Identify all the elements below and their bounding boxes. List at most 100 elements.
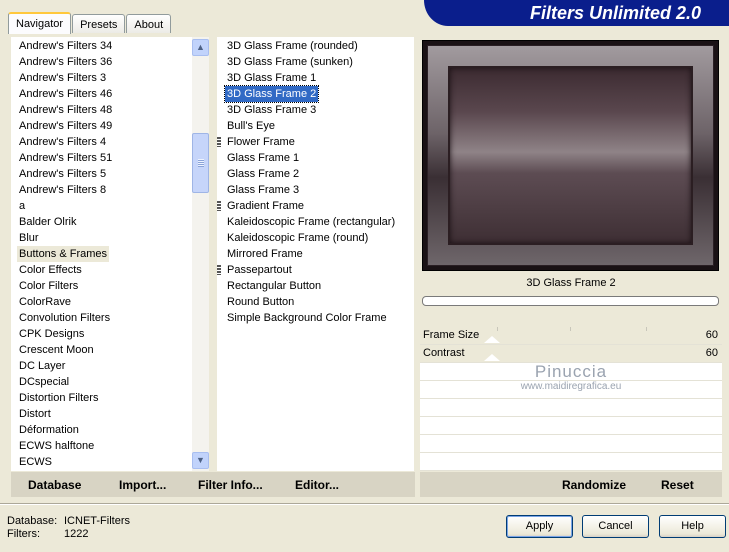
tab-presets[interactable]: Presets <box>72 14 126 33</box>
progress-bar <box>422 296 719 306</box>
filter-label: Kaleidoscopic Frame (round) <box>227 232 369 244</box>
database-label: Database: <box>7 515 58 527</box>
reset-button[interactable]: Reset <box>661 478 694 492</box>
category-item[interactable]: Buttons & Frames <box>11 246 114 262</box>
editor-button[interactable]: Editor... <box>295 478 339 492</box>
category-item[interactable]: Andrew's Filters 34 <box>11 38 114 54</box>
filter-item[interactable]: 3D Glass Frame 1 <box>217 70 397 86</box>
category-item[interactable]: a <box>11 198 114 214</box>
filter-item[interactable]: 3D Glass Frame 2 <box>217 85 397 103</box>
category-item[interactable]: Distortion Filters <box>11 390 114 406</box>
filter-label: 3D Glass Frame 1 <box>227 72 317 84</box>
filter-item[interactable]: Kaleidoscopic Frame (round) <box>217 230 397 246</box>
filter-item[interactable]: Glass Frame 1 <box>217 150 397 166</box>
param-row-empty <box>420 417 722 435</box>
list-toolbar: Database Import... Filter Info... Editor… <box>11 472 415 497</box>
filter-label: Passepartout <box>227 264 292 276</box>
filter-item[interactable]: Mirrored Frame <box>217 246 397 262</box>
category-item[interactable]: Distort <box>11 406 114 422</box>
arrow-up-icon[interactable]: ▲ <box>192 39 209 56</box>
category-label: Andrew's Filters 46 <box>19 88 113 100</box>
category-label: Crescent Moon <box>19 344 94 356</box>
category-label: Andrew's Filters 3 <box>19 72 107 84</box>
slider-tick <box>570 327 571 331</box>
import-button[interactable]: Import... <box>119 478 166 492</box>
param-row-contrast[interactable]: Contrast 60 <box>420 345 722 363</box>
filter-item[interactable]: Flower Frame <box>217 134 397 150</box>
filter-item[interactable]: 3D Glass Frame (rounded) <box>217 38 397 54</box>
category-item[interactable]: DC Layer <box>11 358 114 374</box>
category-scrollbar[interactable]: ▲ ▼ <box>192 37 209 471</box>
category-item[interactable]: Déformation <box>11 422 114 438</box>
category-item[interactable]: Andrew's Filters 36 <box>11 54 114 70</box>
category-item[interactable]: ColorRave <box>11 294 114 310</box>
param-row-empty <box>420 399 722 417</box>
category-item[interactable]: Andrew's Filters 3 <box>11 70 114 86</box>
preview-title: 3D Glass Frame 2 <box>526 277 616 289</box>
category-item[interactable]: ECWS halftone <box>11 438 114 454</box>
category-label: Color Filters <box>19 280 79 292</box>
filter-item[interactable]: 3D Glass Frame 3 <box>217 102 397 118</box>
scrollbar-thumb[interactable] <box>192 133 209 193</box>
filter-label: Glass Frame 3 <box>227 184 300 196</box>
arrow-down-icon[interactable]: ▼ <box>192 452 209 469</box>
category-item[interactable]: Andrew's Filters 49 <box>11 118 114 134</box>
preview-frame-inner <box>450 68 691 243</box>
category-item[interactable]: Andrew's Filters 48 <box>11 102 114 118</box>
category-item[interactable]: CPK Designs <box>11 326 114 342</box>
category-item[interactable]: Balder Olrik <box>11 214 114 230</box>
filter-item[interactable]: Glass Frame 2 <box>217 166 397 182</box>
tab-navigator[interactable]: Navigator <box>8 12 72 34</box>
category-item[interactable]: Crescent Moon <box>11 342 114 358</box>
cancel-button[interactable]: Cancel <box>582 515 649 538</box>
category-label: ColorRave <box>19 296 71 308</box>
help-button[interactable]: Help <box>659 515 726 538</box>
filter-item[interactable]: 3D Glass Frame (sunken) <box>217 54 397 70</box>
category-item[interactable]: Color Effects <box>11 262 114 278</box>
category-label: DCspecial <box>19 376 70 388</box>
tab-about[interactable]: About <box>126 14 172 33</box>
param-row-empty <box>420 363 722 381</box>
category-item[interactable]: Andrew's Filters 4 <box>11 134 114 150</box>
filter-item[interactable]: Passepartout <box>217 262 397 278</box>
database-button[interactable]: Database <box>28 478 81 492</box>
slider-marker[interactable] <box>484 336 501 343</box>
filter-list: 3D Glass Frame (rounded) 3D Glass Frame (… <box>217 38 397 326</box>
filter-label: Kaleidoscopic Frame (rectangular) <box>227 216 396 228</box>
category-item[interactable]: Andrew's Filters 8 <box>11 182 114 198</box>
apply-button[interactable]: Apply <box>506 515 573 538</box>
category-item[interactable]: Andrew's Filters 46 <box>11 86 114 102</box>
filter-label: 3D Glass Frame 2 <box>223 85 320 103</box>
category-item[interactable]: Andrew's Filters 51 <box>11 150 114 166</box>
filter-item[interactable]: Kaleidoscopic Frame (rectangular) <box>217 214 397 230</box>
randomize-button[interactable]: Randomize <box>562 478 626 492</box>
category-label: Andrew's Filters 34 <box>19 40 113 52</box>
category-list: Andrew's Filters 34 Andrew's Filters 36 An… <box>11 38 114 470</box>
param-label: Frame Size <box>423 329 480 341</box>
filter-label: Glass Frame 2 <box>227 168 300 180</box>
category-label: Andrew's Filters 36 <box>19 56 113 68</box>
category-item[interactable]: DCspecial <box>11 374 114 390</box>
slider-marker[interactable] <box>484 354 501 361</box>
filter-item[interactable]: Simple Background Color Frame <box>217 310 397 326</box>
filter-label: 3D Glass Frame 3 <box>227 104 317 116</box>
category-item[interactable]: ECWS <box>11 454 114 470</box>
category-label: Distort <box>19 408 51 420</box>
filter-info-button[interactable]: Filter Info... <box>198 478 263 492</box>
category-item[interactable]: Andrew's Filters 5 <box>11 166 114 182</box>
param-label: Contrast <box>423 347 465 359</box>
tab-bar: Navigator Presets About <box>8 11 172 34</box>
category-label: Convolution Filters <box>19 312 111 324</box>
filter-item[interactable]: Rectangular Button <box>217 278 397 294</box>
filter-item[interactable]: Gradient Frame <box>217 198 397 214</box>
category-item[interactable]: Convolution Filters <box>11 310 114 326</box>
filter-item[interactable]: Bull's Eye <box>217 118 397 134</box>
param-row-frame-size[interactable]: Frame Size 60 <box>420 327 722 345</box>
filter-item[interactable]: Round Button <box>217 294 397 310</box>
category-label: DC Layer <box>19 360 66 372</box>
category-label: Distortion Filters <box>19 392 99 404</box>
filter-item[interactable]: Glass Frame 3 <box>217 182 397 198</box>
group-icon <box>217 201 221 211</box>
category-item[interactable]: Blur <box>11 230 114 246</box>
category-item[interactable]: Color Filters <box>11 278 114 294</box>
